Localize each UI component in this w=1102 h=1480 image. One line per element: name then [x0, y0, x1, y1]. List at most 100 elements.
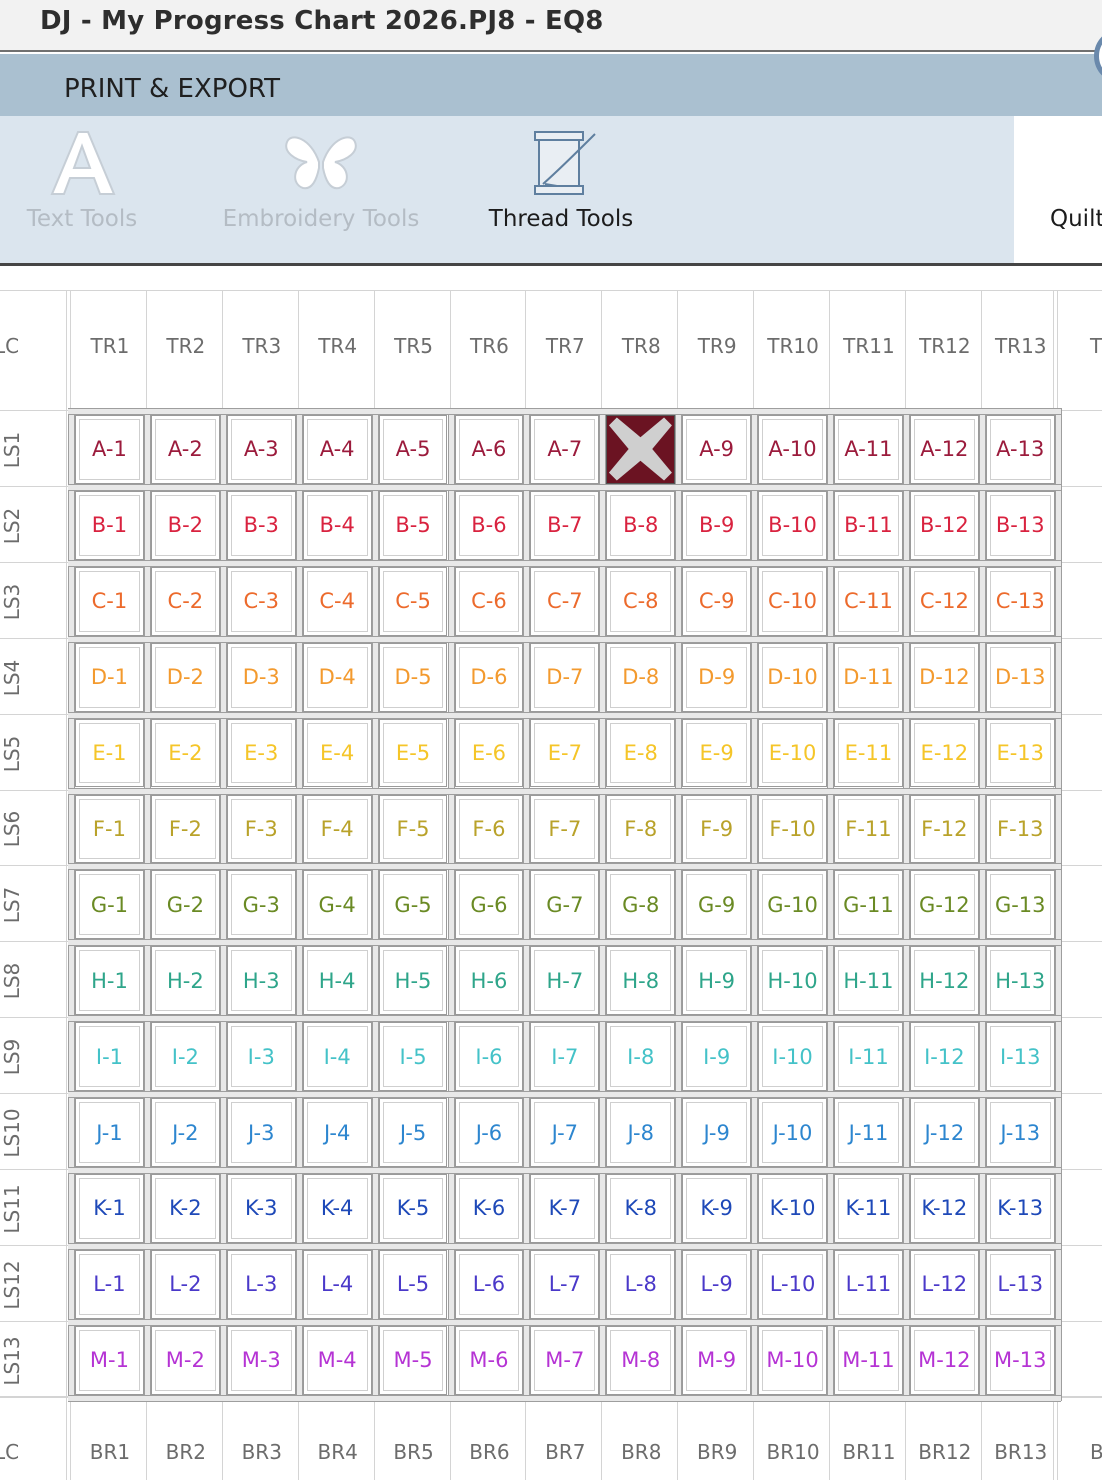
quilt-block[interactable]: F-9: [682, 794, 752, 864]
quilt-block[interactable]: H-9: [682, 946, 752, 1016]
quilt-block[interactable]: E-2: [150, 718, 220, 788]
quilt-block[interactable]: L-13: [985, 1249, 1055, 1319]
quilt-block[interactable]: H-12: [909, 946, 979, 1016]
quilt-block[interactable]: L-8: [606, 1249, 676, 1319]
quilt-block[interactable]: B-6: [454, 490, 524, 560]
quilt-block[interactable]: G-7: [530, 870, 600, 940]
quilt-block[interactable]: G-6: [454, 870, 524, 940]
quilt-block[interactable]: F-13: [985, 794, 1055, 864]
quilt-block[interactable]: L-6: [454, 1249, 524, 1319]
quilt-block[interactable]: F-3: [226, 794, 296, 864]
quilt-block[interactable]: G-11: [834, 870, 903, 940]
quilt-block[interactable]: D-2: [150, 642, 220, 712]
quilt-block[interactable]: C-6: [454, 566, 524, 636]
left-border-cell[interactable]: LS7: [0, 868, 27, 942]
bottom-border-cell[interactable]: BR2: [149, 1437, 223, 1467]
quilt-block[interactable]: E-6: [454, 718, 524, 788]
quilt-block[interactable]: M-8: [606, 1325, 676, 1395]
quilt-block[interactable]: F-2: [150, 794, 220, 864]
quilt-block[interactable]: G-4: [302, 870, 372, 940]
quilt-block[interactable]: C-5: [378, 566, 448, 636]
bottom-border-cell[interactable]: BR4: [301, 1437, 375, 1467]
quilt-block[interactable]: J-11: [834, 1098, 903, 1167]
quilt-block[interactable]: F-11: [834, 794, 903, 864]
quilt-block[interactable]: K-4: [302, 1174, 372, 1243]
quilt-block[interactable]: L-10: [758, 1249, 827, 1319]
quilt-block[interactable]: E-1: [75, 718, 144, 788]
top-border-cell[interactable]: TR1: [73, 331, 147, 361]
quilt-block[interactable]: I-7: [530, 1022, 600, 1092]
quilt-block[interactable]: A-9: [682, 415, 752, 484]
quilt-block[interactable]: B-13: [985, 490, 1055, 560]
quilt-block[interactable]: A-3: [226, 415, 296, 484]
quilt-block[interactable]: D-9: [682, 642, 752, 712]
quilt-block[interactable]: F-10: [758, 794, 827, 864]
quilt-block[interactable]: I-9: [682, 1022, 752, 1092]
quilt-block[interactable]: A-6: [454, 415, 524, 484]
quilt-block[interactable]: M-12: [909, 1325, 979, 1395]
quilt-block[interactable]: B-3: [226, 490, 296, 560]
quilt-block[interactable]: K-11: [834, 1174, 903, 1243]
bottom-border-cell[interactable]: BR7: [528, 1437, 602, 1467]
quilt-block[interactable]: L-11: [834, 1249, 903, 1319]
top-border-cell[interactable]: TR12: [908, 331, 982, 361]
quilt-block[interactable]: K-6: [454, 1174, 524, 1243]
quilt-block[interactable]: L-12: [909, 1249, 979, 1319]
quilt-block[interactable]: K-13: [985, 1174, 1055, 1243]
quilt-block[interactable]: G-13: [985, 870, 1055, 940]
quilt-block[interactable]: E-12: [909, 718, 979, 788]
quilt-block[interactable]: B-5: [378, 490, 448, 560]
quilt-block[interactable]: F-5: [378, 794, 448, 864]
top-border-cell[interactable]: TR10: [756, 331, 830, 361]
top-border-cell[interactable]: TR5: [377, 331, 451, 361]
quilt-block[interactable]: K-10: [758, 1174, 827, 1243]
bottom-border-cell[interactable]: BR6: [452, 1437, 526, 1467]
quilt-block[interactable]: H-13: [985, 946, 1055, 1016]
quilt-block[interactable]: C-10: [758, 566, 827, 636]
quilt-block[interactable]: D-13: [985, 642, 1055, 712]
quilt-block[interactable]: B-4: [302, 490, 372, 560]
quilt-block[interactable]: B-9: [682, 490, 752, 560]
quilt-block[interactable]: J-3: [226, 1098, 296, 1167]
left-border-cell[interactable]: LS5: [0, 717, 27, 791]
bottom-border-cell[interactable]: BR10: [756, 1437, 830, 1467]
quilt-block[interactable]: D-3: [226, 642, 296, 712]
quilt-block[interactable]: E-10: [758, 718, 827, 788]
top-border-cell[interactable]: T: [1090, 331, 1102, 361]
quilt-block[interactable]: J-2: [150, 1098, 220, 1167]
quilt-block[interactable]: M-2: [150, 1325, 220, 1395]
quilt-block[interactable]: G-3: [226, 870, 296, 940]
quilt-block[interactable]: H-1: [75, 946, 144, 1016]
quilt-worktable[interactable]: LCLCTR1TR2TR3TR4TR5TR6TR7TR8TR9TR10TR11T…: [0, 268, 1102, 1480]
quilt-block[interactable]: A-13: [985, 415, 1055, 484]
quilt-block[interactable]: D-5: [378, 642, 448, 712]
text-tools-button[interactable]: Text Tools: [0, 116, 164, 263]
left-border-cell[interactable]: LS8: [0, 944, 27, 1018]
bottom-left-corner-label[interactable]: LC: [0, 1437, 34, 1467]
quilt-block[interactable]: E-8: [606, 718, 676, 788]
embroidery-tools-button[interactable]: Embroidery Tools: [210, 116, 432, 263]
quilt-block[interactable]: D-8: [606, 642, 676, 712]
quilt-block[interactable]: A-1: [75, 415, 144, 484]
quilt-block[interactable]: K-2: [150, 1174, 220, 1243]
quilt-block[interactable]: C-4: [302, 566, 372, 636]
bottom-border-cell[interactable]: BR9: [680, 1437, 754, 1467]
quilt-block[interactable]: I-12: [909, 1022, 979, 1092]
quilt-block[interactable]: H-8: [606, 946, 676, 1016]
left-border-cell[interactable]: LS10: [0, 1096, 27, 1170]
quilt-block[interactable]: J-7: [530, 1098, 600, 1167]
quilt-block[interactable]: M-11: [834, 1325, 903, 1395]
quilt-block[interactable]: K-9: [682, 1174, 752, 1243]
left-border-cell[interactable]: LS3: [0, 565, 27, 639]
quilt-block[interactable]: J-4: [302, 1098, 372, 1167]
quilt-block[interactable]: M-6: [454, 1325, 524, 1395]
quilt-block[interactable]: M-3: [226, 1325, 296, 1395]
quilt-block[interactable]: H-7: [530, 946, 600, 1016]
quilt-block[interactable]: L-4: [302, 1249, 372, 1319]
quilt-block[interactable]: M-13: [985, 1325, 1055, 1395]
quilt-block[interactable]: E-3: [226, 718, 296, 788]
quilt-block[interactable]: B-12: [909, 490, 979, 560]
left-border-cell[interactable]: LS2: [0, 489, 27, 563]
quilt-block[interactable]: F-12: [909, 794, 979, 864]
quilt-block[interactable]: I-8: [606, 1022, 676, 1092]
